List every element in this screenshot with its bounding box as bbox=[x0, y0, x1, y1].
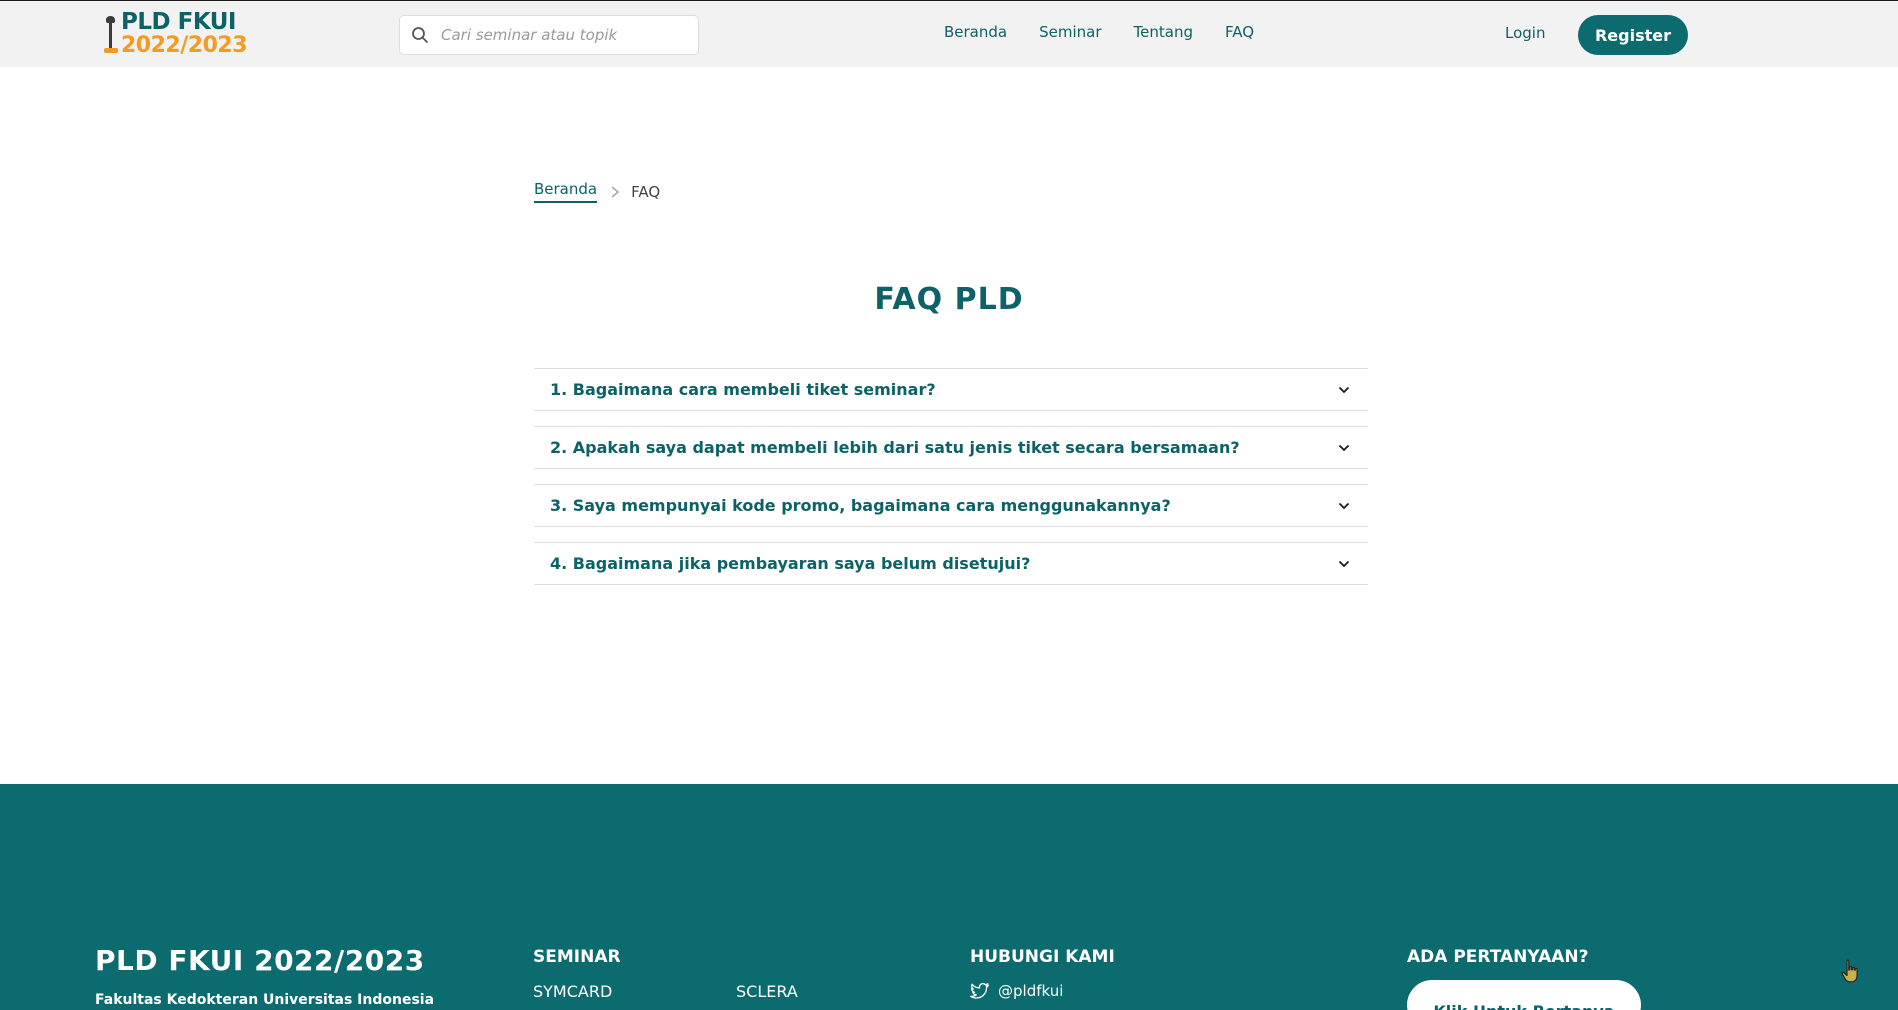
logo-text: PLD FKUI 2022/2023 bbox=[121, 9, 248, 58]
faq-question: 4. Bagaimana jika pembayaran saya belum … bbox=[550, 554, 1031, 573]
faq-question: 3. Saya mempunyai kode promo, bagaimana … bbox=[550, 496, 1171, 515]
chevron-down-icon bbox=[1338, 502, 1350, 509]
site-header: PLD FKUI 2022/2023 Beranda Seminar Tenta… bbox=[0, 0, 1898, 67]
faq-question: 1. Bagaimana cara membeli tiket seminar? bbox=[550, 380, 936, 399]
chevron-down-icon bbox=[1338, 560, 1350, 567]
main-nav: Beranda Seminar Tentang FAQ bbox=[944, 23, 1286, 41]
breadcrumb-home[interactable]: Beranda bbox=[534, 180, 598, 203]
twitter-handle: @pldfkui bbox=[998, 982, 1064, 1000]
chevron-down-icon bbox=[1338, 444, 1350, 451]
search-box[interactable] bbox=[399, 15, 699, 55]
nav-tentang[interactable]: Tentang bbox=[1134, 23, 1193, 41]
footer-brand: PLD FKUI 2022/2023 bbox=[95, 944, 425, 977]
hand-pointer-icon bbox=[1841, 959, 1858, 983]
breadcrumb: Beranda FAQ bbox=[534, 180, 660, 203]
chevron-right-icon bbox=[611, 185, 620, 198]
footer-seminar-heading: SEMINAR bbox=[533, 947, 621, 967]
footer-question-heading: ADA PERTANYAAN? bbox=[1407, 947, 1589, 967]
search-icon bbox=[412, 27, 428, 43]
logo-title: PLD FKUI bbox=[121, 9, 236, 35]
nav-seminar[interactable]: Seminar bbox=[1039, 23, 1101, 41]
footer-contact-heading: HUBUNGI KAMI bbox=[970, 947, 1115, 967]
faq-item[interactable]: 1. Bagaimana cara membeli tiket seminar? bbox=[534, 368, 1368, 411]
faq-item[interactable]: 2. Apakah saya dapat membeli lebih dari … bbox=[534, 426, 1368, 469]
faq-list: 1. Bagaimana cara membeli tiket seminar?… bbox=[534, 368, 1368, 600]
logo-year: 2022/2023 bbox=[121, 33, 248, 58]
site-logo[interactable]: PLD FKUI 2022/2023 bbox=[103, 9, 248, 58]
chevron-down-icon bbox=[1338, 386, 1350, 393]
nav-faq[interactable]: FAQ bbox=[1225, 23, 1254, 41]
footer-link-sclera[interactable]: SCLERA bbox=[736, 982, 798, 1001]
faq-item[interactable]: 3. Saya mempunyai kode promo, bagaimana … bbox=[534, 484, 1368, 527]
search-input[interactable] bbox=[441, 26, 681, 44]
breadcrumb-current: FAQ bbox=[631, 182, 661, 201]
site-footer: PLD FKUI 2022/2023 Fakultas Kedokteran U… bbox=[0, 784, 1898, 1010]
footer-twitter-link[interactable]: @pldfkui bbox=[970, 982, 1063, 1000]
logo-icon bbox=[103, 14, 119, 54]
page-title: FAQ PLD bbox=[874, 282, 1024, 317]
login-link[interactable]: Login bbox=[1505, 24, 1545, 42]
twitter-icon bbox=[970, 982, 989, 999]
footer-link-symcard[interactable]: SYMCARD bbox=[533, 982, 612, 1001]
register-button[interactable]: Register bbox=[1578, 15, 1688, 55]
footer-subtitle: Fakultas Kedokteran Universitas Indonesi… bbox=[95, 992, 435, 1008]
nav-beranda[interactable]: Beranda bbox=[944, 23, 1007, 41]
faq-item[interactable]: 4. Bagaimana jika pembayaran saya belum … bbox=[534, 542, 1368, 585]
ask-question-button[interactable]: Klik Untuk Bertanya bbox=[1407, 980, 1641, 1010]
faq-question: 2. Apakah saya dapat membeli lebih dari … bbox=[550, 438, 1240, 457]
